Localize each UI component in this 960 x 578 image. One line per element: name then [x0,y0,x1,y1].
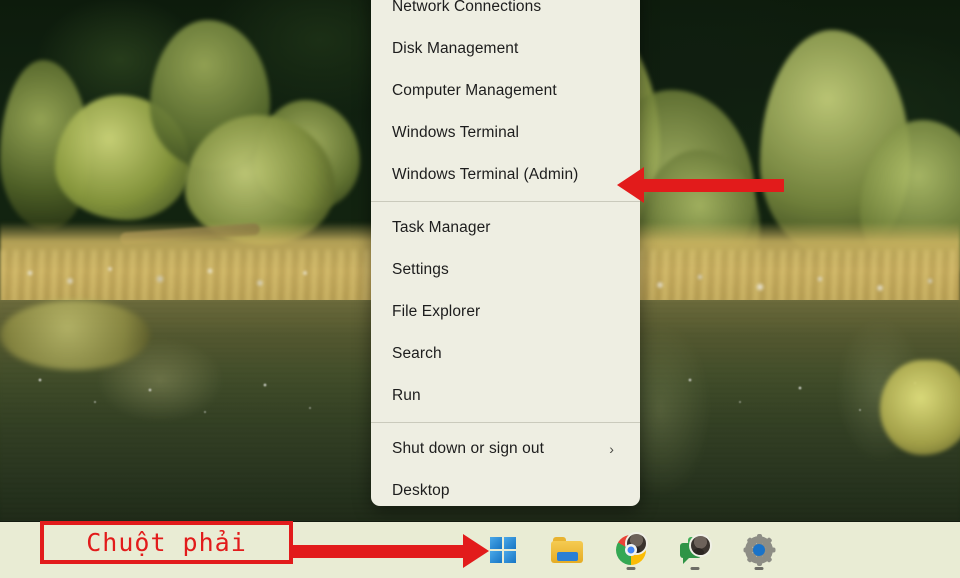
settings-button[interactable] [738,528,780,572]
running-indicator [754,567,764,570]
menu-item-label: Settings [392,261,449,278]
chrome-icon [616,532,648,565]
menu-item-windows-terminal-admin[interactable]: Windows Terminal (Admin) [371,154,640,196]
wallpaper-shrub [880,360,960,455]
menu-separator [371,422,640,423]
arrow-head-left-icon [617,167,644,203]
annotation-callout-box: Chuột phải [40,521,293,564]
menu-item-computer-management[interactable]: Computer Management [371,70,640,112]
annotation-callout-text: Chuột phải [86,528,247,557]
menu-item-windows-terminal[interactable]: Windows Terminal [371,112,640,154]
menu-item-label: Run [392,387,421,404]
menu-item-label: Computer Management [392,82,557,99]
screen-root: Network Connections Disk Management Comp… [0,0,960,578]
menu-item-label: Network Connections [392,0,542,15]
menu-item-desktop[interactable]: Desktop [371,470,640,506]
menu-item-label: Desktop [392,482,450,499]
wallpaper-shrub [0,300,150,370]
menu-item-settings[interactable]: Settings [371,249,640,291]
user-avatar [689,534,712,557]
menu-item-network-connections[interactable]: Network Connections [371,0,640,28]
menu-item-search[interactable]: Search [371,333,640,375]
running-indicator [626,567,636,570]
gear-icon [743,534,775,566]
arrow-head-right-icon [463,534,489,568]
menu-item-label: Shut down or sign out [392,440,545,457]
menu-item-disk-management[interactable]: Disk Management [371,28,640,70]
chevron-right-icon: › [609,441,614,457]
arrow-shaft [644,178,784,192]
folder-icon [551,537,583,563]
annotation-arrow-to-start-button [293,534,489,568]
arrow-shaft [293,544,463,558]
menu-item-label: Search [392,345,442,362]
menu-item-file-explorer[interactable]: File Explorer [371,291,640,333]
messaging-button[interactable] [674,528,716,572]
menu-item-label: Windows Terminal (Admin) [392,166,579,183]
menu-item-task-manager[interactable]: Task Manager [371,207,640,249]
menu-item-run[interactable]: Run [371,375,640,417]
running-indicator [690,567,700,570]
user-avatar [625,532,648,555]
google-chrome-button[interactable] [610,528,652,572]
taskbar-icon-group [482,522,780,578]
file-explorer-button[interactable] [546,528,588,572]
message-bubble-icon [680,534,712,564]
winx-quick-link-menu[interactable]: Network Connections Disk Management Comp… [371,0,640,506]
menu-item-label: Disk Management [392,40,519,57]
menu-item-label: Windows Terminal [392,124,520,141]
windows-logo-icon [490,537,516,563]
menu-separator [371,201,640,202]
annotation-arrow-to-windows-terminal-admin [617,167,784,203]
menu-item-label: Task Manager [392,219,491,236]
menu-item-label: File Explorer [392,303,481,320]
menu-item-shut-down-or-sign-out[interactable]: Shut down or sign out › [371,428,640,470]
